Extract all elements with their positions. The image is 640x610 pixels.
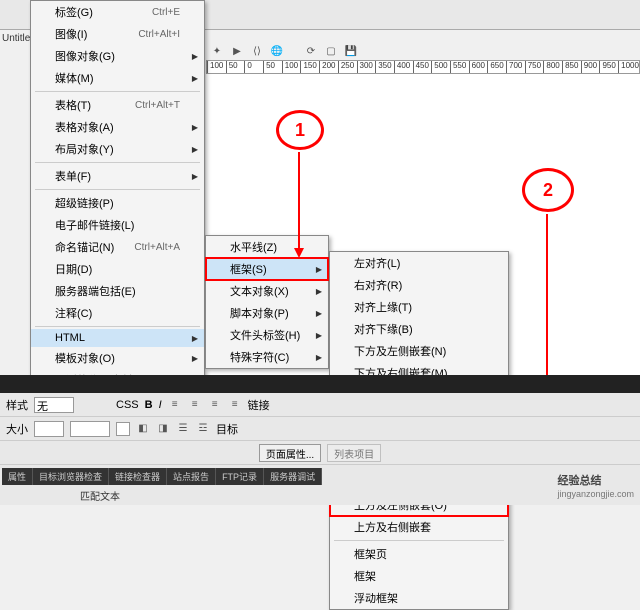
link-label: 链接 — [248, 397, 270, 413]
properties-panel: 样式 无 CSS B I ≡ ≡ ≡ ≡ 链接 大小 ◧ ◨ ☰ ☲ 目标 页面… — [0, 375, 640, 505]
menu-item[interactable]: 浮动框架 — [330, 587, 508, 609]
page-props-button[interactable]: 页面属性... — [259, 444, 321, 462]
align-center-icon[interactable]: ≡ — [188, 398, 202, 412]
menu-item[interactable]: 图像对象(G)▶ — [31, 45, 204, 67]
menu-item[interactable]: 标签(G)Ctrl+E — [31, 1, 204, 23]
doc-icon[interactable]: ▢ — [324, 44, 338, 58]
panel-darkbar — [0, 375, 640, 393]
color-swatch[interactable] — [116, 422, 130, 436]
bottom-tab[interactable]: 链接检查器 — [109, 468, 167, 485]
bottom-tab[interactable]: 属性 — [2, 468, 33, 485]
menu-item[interactable]: 特殊字符(C)▶ — [206, 346, 328, 368]
mid-toolbar: ✦ ▶ ⟨⟩ 🌐 ⟳ ▢ 💾 — [206, 42, 640, 60]
bottom-tab[interactable]: 目标浏览器检查 — [33, 468, 109, 485]
menu-item[interactable]: 对齐上缘(T) — [330, 296, 508, 318]
menu-item[interactable]: 表格(T)Ctrl+Alt+T — [31, 94, 204, 116]
unit-select[interactable] — [70, 421, 110, 437]
menu-item[interactable]: 左对齐(L) — [330, 252, 508, 274]
annotation-2: 2 — [522, 168, 574, 212]
menu-item[interactable]: 文件头标签(H)▶ — [206, 324, 328, 346]
annotation-1: 1 — [276, 110, 324, 150]
menu-item[interactable]: 文本对象(X)▶ — [206, 280, 328, 302]
list-ul-icon[interactable]: ☰ — [176, 422, 190, 436]
ruler: 1005005010015020025030035040045050055060… — [206, 60, 640, 74]
props-row-2: 大小 ◧ ◨ ☰ ☲ 目标 — [0, 417, 640, 441]
globe-icon[interactable]: 🌐 — [270, 44, 284, 58]
css-label: CSS — [116, 399, 139, 411]
target-label: 目标 — [216, 421, 238, 437]
menu-item[interactable]: 超级链接(P) — [31, 192, 204, 214]
menu-item[interactable]: 框架 — [330, 565, 508, 587]
indent-more-icon[interactable]: ◨ — [156, 422, 170, 436]
menu-item[interactable]: 注释(C) — [31, 302, 204, 324]
menu-item[interactable]: 对齐下缘(B) — [330, 318, 508, 340]
list-item-button[interactable]: 列表项目 — [327, 444, 381, 462]
style-label: 样式 — [6, 397, 28, 413]
menu-item[interactable]: 水平线(Z) — [206, 236, 328, 258]
list-ol-icon[interactable]: ☲ — [196, 422, 210, 436]
menu-item[interactable]: 模板对象(O)▶ — [31, 347, 204, 369]
menu-item[interactable]: 媒体(M)▶ — [31, 67, 204, 89]
menu-item[interactable]: 命名锚记(N)Ctrl+Alt+A — [31, 236, 204, 258]
bold-button[interactable]: B — [145, 399, 153, 411]
indent-less-icon[interactable]: ◧ — [136, 422, 150, 436]
bottom-tab[interactable]: 站点报告 — [167, 468, 216, 485]
style-select[interactable]: 无 — [34, 397, 74, 413]
code-icon[interactable]: ⟨⟩ — [250, 44, 264, 58]
align-left-icon[interactable]: ≡ — [168, 398, 182, 412]
align-just-icon[interactable]: ≡ — [228, 398, 242, 412]
save-icon[interactable]: 💾 — [344, 44, 358, 58]
menu-item[interactable]: 布局对象(Y)▶ — [31, 138, 204, 160]
menu-item[interactable]: 日期(D) — [31, 258, 204, 280]
menu-item[interactable]: 电子邮件链接(L) — [31, 214, 204, 236]
menu-item[interactable]: 表单(F)▶ — [31, 165, 204, 187]
menu-item[interactable]: 服务器端包括(E) — [31, 280, 204, 302]
html-submenu[interactable]: 水平线(Z)框架(S)▶文本对象(X)▶脚本对象(P)▶文件头标签(H)▶特殊字… — [205, 235, 329, 369]
refresh-icon[interactable]: ⟳ — [304, 44, 318, 58]
menu-item[interactable]: 表格对象(A)▶ — [31, 116, 204, 138]
props-row-1: 样式 无 CSS B I ≡ ≡ ≡ ≡ 链接 — [0, 393, 640, 417]
align-right-icon[interactable]: ≡ — [208, 398, 222, 412]
size-select[interactable] — [34, 421, 64, 437]
menu-item[interactable]: 上方及右侧嵌套 — [330, 516, 508, 538]
menu-item[interactable]: 图像(I)Ctrl+Alt+I — [31, 23, 204, 45]
menu-item[interactable]: 下方及左侧嵌套(N) — [330, 340, 508, 362]
menu-item[interactable]: 框架(S)▶ — [206, 258, 328, 280]
menu-item[interactable]: HTML▶ — [31, 329, 204, 347]
bottom-tab[interactable]: FTP记录 — [216, 468, 264, 485]
props-row-3: 页面属性... 列表项目 — [0, 441, 640, 465]
bottom-tabs[interactable]: 属性目标浏览器检查链接检查器站点报告FTP记录服务器调试 — [2, 468, 322, 485]
wand-icon[interactable]: ✦ — [210, 44, 224, 58]
menu-item[interactable]: 框架页 — [330, 543, 508, 565]
match-text-label: 匹配文本 — [80, 488, 120, 503]
size-label: 大小 — [6, 421, 28, 437]
italic-button[interactable]: I — [159, 399, 162, 411]
menu-item[interactable]: 右对齐(R) — [330, 274, 508, 296]
watermark: 经验总结 jingyanzongjie.com — [557, 471, 634, 499]
bottom-tab[interactable]: 服务器调试 — [264, 468, 322, 485]
play-icon[interactable]: ▶ — [230, 44, 244, 58]
menu-item[interactable]: 脚本对象(P)▶ — [206, 302, 328, 324]
